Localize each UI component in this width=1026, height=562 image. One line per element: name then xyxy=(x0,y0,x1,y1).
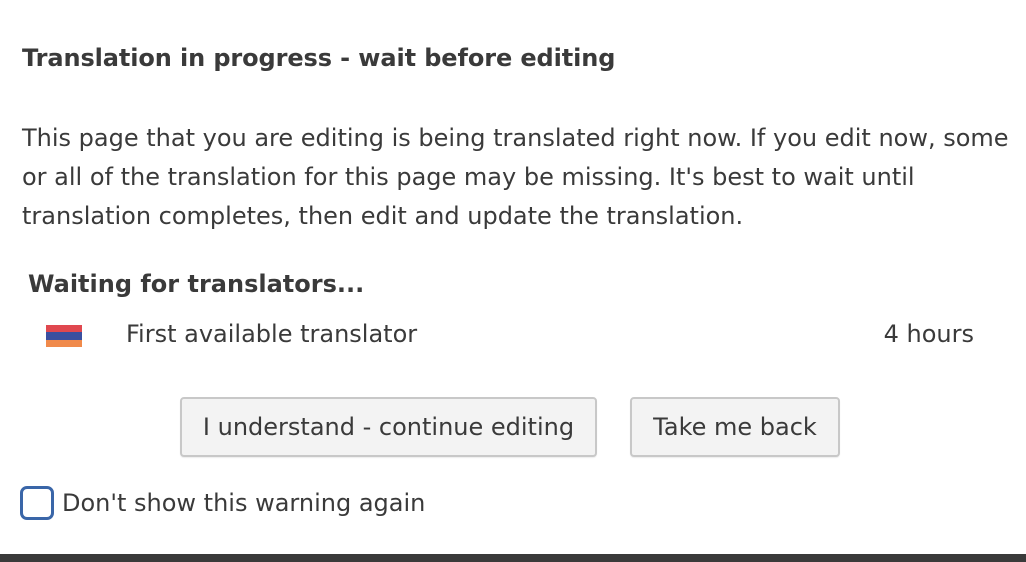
dialog-message: This page that you are editing is being … xyxy=(22,124,1009,230)
translator-row: First available translator 4 hours xyxy=(46,320,974,356)
armenia-flag-icon xyxy=(46,325,82,347)
dont-show-again-label[interactable]: Don't show this warning again xyxy=(62,489,425,517)
dont-show-again-checkbox[interactable] xyxy=(20,486,54,520)
bottom-bar xyxy=(0,554,1026,562)
dont-show-again-row[interactable]: Don't show this warning again xyxy=(20,484,425,522)
take-me-back-button[interactable]: Take me back xyxy=(630,397,840,457)
dialog-title: Translation in progress - wait before ed… xyxy=(22,44,616,72)
flag-stripe-orange xyxy=(46,339,82,347)
flag-stripe-red xyxy=(46,325,82,333)
translation-warning-dialog: Translation in progress - wait before ed… xyxy=(0,0,1026,554)
flag-stripe-blue xyxy=(46,332,82,340)
waiting-heading: Waiting for translators... xyxy=(28,270,365,298)
translator-time: 4 hours xyxy=(883,320,974,348)
translator-name: First available translator xyxy=(126,320,418,348)
continue-editing-button[interactable]: I understand - continue editing xyxy=(180,397,597,457)
